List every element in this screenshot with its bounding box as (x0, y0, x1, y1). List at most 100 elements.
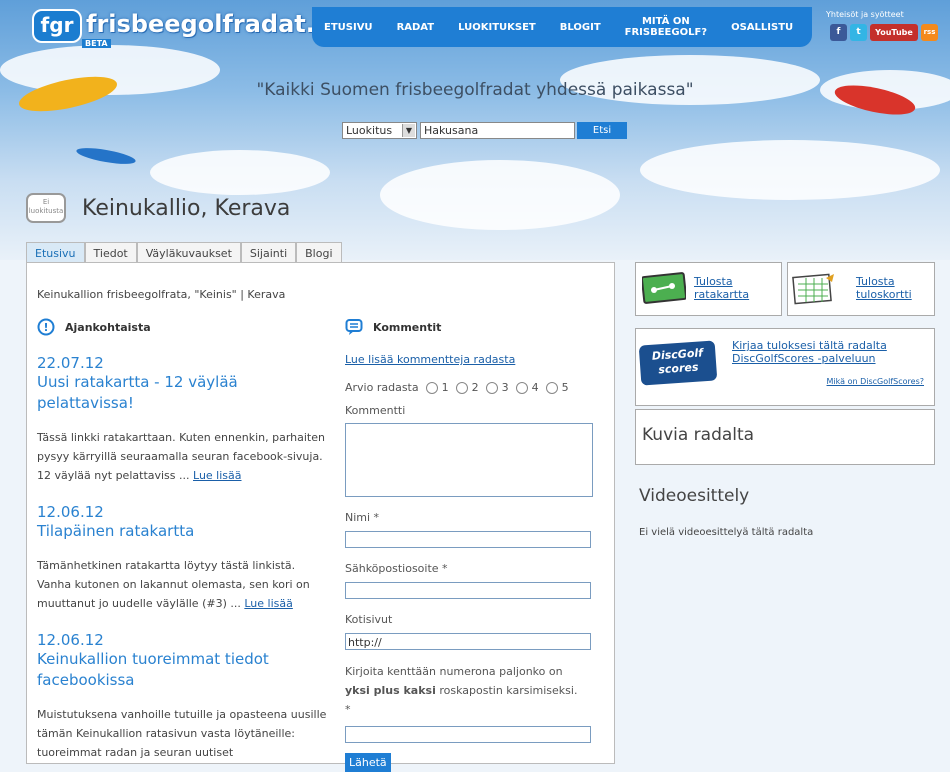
email-field[interactable] (345, 582, 591, 599)
scorecard-icon (792, 273, 834, 305)
tab-tiedot[interactable]: Tiedot (84, 242, 137, 264)
social-icons: f t YouTube rss (830, 24, 938, 41)
rating-option-label: 1 (441, 381, 449, 394)
comment-label: Kommentti (345, 404, 406, 417)
rating-radio-5[interactable] (545, 381, 558, 394)
category-select[interactable]: Luokitus ▼ (342, 122, 417, 139)
news-text: Muistutuksena vanhoille tutuille ja opas… (37, 708, 327, 759)
email-label: Sähköpostiosoite * (345, 562, 448, 575)
rating-radio-2[interactable] (455, 381, 468, 394)
tab-vaylakuvaukset[interactable]: Väyläkuvaukset (136, 242, 241, 264)
main-content: Keinukallion frisbeegolfrata, "Keinis" |… (26, 262, 615, 772)
cloud (380, 160, 620, 230)
nav-etusivu[interactable]: ETUSIVU (312, 22, 385, 33)
rating-option-label: 5 (561, 381, 569, 394)
rating-group: Arvio radasta 1 2 3 4 5 (345, 381, 595, 394)
news-item: 12.06.12 Tilapäinen ratakartta Tämänhetk… (37, 503, 327, 613)
news-body: Tämänhetkinen ratakartta löytyy tästä li… (37, 556, 327, 613)
name-field[interactable] (345, 531, 591, 548)
chevron-down-icon[interactable]: ▼ (402, 124, 415, 137)
news-date: 22.07.12 (37, 354, 104, 372)
news-item: 22.07.12 Uusi ratakartta - 12 väylää pel… (37, 354, 327, 485)
rating-radio-1[interactable] (425, 381, 438, 394)
website-field[interactable]: http:// (345, 633, 591, 650)
print-map-box[interactable]: Tulosta ratakartta (635, 262, 782, 316)
more-comments-link[interactable]: Lue lisää kommentteja radasta (345, 353, 515, 366)
tab-etusivu[interactable]: Etusivu (26, 242, 85, 264)
map-icon (642, 272, 686, 304)
discgolfscores-info-link[interactable]: Mikä on DiscGolfScores? (827, 377, 924, 386)
comments-heading: Kommentit (345, 318, 595, 336)
comments-heading-label: Kommentit (373, 320, 442, 334)
captcha-question: yksi plus kaksi (345, 684, 436, 697)
news-date: 12.06.12 (37, 503, 104, 521)
search-input[interactable]: Hakusana (420, 122, 575, 139)
news-title[interactable]: Tilapäinen ratakartta (37, 521, 327, 542)
blue-disc-image (75, 144, 137, 168)
top-bar: fgr frisbeegolfradat.fi BETA ETUSIVU RAD… (0, 0, 950, 48)
discgolfscores-logo[interactable]: DiscGolf scores (638, 340, 718, 386)
news-item: 12.06.12 Keinukallion tuoreimmat tiedot … (37, 631, 327, 762)
facebook-icon[interactable]: f (830, 24, 847, 41)
info-icon: ! (37, 318, 55, 336)
news-body: Tässä linkki ratakarttaan. Kuten ennenki… (37, 428, 327, 485)
captcha-field[interactable] (345, 726, 591, 743)
twitter-icon[interactable]: t (850, 24, 867, 41)
news-date: 12.06.12 (37, 631, 104, 649)
name-label: Nimi * (345, 511, 380, 524)
print-scorecard-box[interactable]: Tulosta tuloskortti (787, 262, 935, 316)
read-more-link[interactable]: Lue lisää (193, 469, 242, 482)
nav-mita-on-frisbeegolf[interactable]: MITÄ ON FRISBEEGOLF? (613, 16, 719, 38)
comment-icon (345, 319, 363, 335)
beta-label: BETA (82, 39, 111, 48)
news-body: Muistutuksena vanhoille tutuille ja opas… (37, 705, 327, 762)
comments-column: Kommentit Lue lisää kommentteja radasta … (345, 318, 595, 772)
rating-label: Arvio radasta (345, 381, 419, 394)
nav-blogit[interactable]: BLOGIT (548, 22, 613, 33)
youtube-icon[interactable]: YouTube (870, 24, 918, 41)
nav-osallistu[interactable]: OSALLISTU (719, 22, 805, 33)
print-scorecard-link[interactable]: Tulosta tuloskortti (856, 275, 930, 301)
nav-luokitukset[interactable]: LUOKITUKSET (446, 22, 548, 33)
print-map-link[interactable]: Tulosta ratakartta (694, 275, 774, 301)
social-title: Yhteisöt ja syötteet (826, 10, 904, 19)
discgolfscores-link[interactable]: Kirjaa tuloksesi tältä radalta DiscGolfS… (732, 339, 922, 365)
rating-badge: Ei luokitusta (26, 193, 66, 223)
news-heading: ! Ajankohtaista (37, 318, 327, 336)
logo-badge: fgr (32, 9, 82, 43)
photos-box: Kuvia radalta (635, 409, 935, 465)
main-nav: ETUSIVU RADAT LUOKITUKSET BLOGIT MITÄ ON… (312, 7, 812, 47)
photos-heading: Kuvia radalta (642, 425, 755, 445)
breadcrumb: Keinukallion frisbeegolfrata, "Keinis" |… (37, 288, 286, 301)
rating-radio-3[interactable] (485, 381, 498, 394)
cloud (640, 140, 940, 200)
page-title: Keinukallio, Kerava (82, 195, 291, 221)
news-title[interactable]: Keinukallion tuoreimmat tiedot facebooki… (37, 649, 327, 691)
news-text: Tässä linkki ratakarttaan. Kuten ennenki… (37, 431, 325, 482)
submit-button[interactable]: Lähetä (345, 753, 391, 772)
website-label: Kotisivut (345, 613, 393, 626)
course-tabs: Etusivu Tiedot Väyläkuvaukset Sijainti B… (26, 242, 342, 264)
video-heading: Videoesittely (639, 486, 750, 506)
rating-option-label: 3 (501, 381, 509, 394)
comment-textarea[interactable] (345, 423, 593, 497)
nav-radat[interactable]: RADAT (385, 22, 447, 33)
captcha-label: Kirjoita kenttään numerona paljonko on y… (345, 662, 585, 719)
news-title[interactable]: Uusi ratakartta - 12 väylää pelattavissa… (37, 372, 327, 414)
video-text: Ei vielä videoesittelyä tältä radalta (639, 527, 814, 538)
read-more-link[interactable]: Lue lisää (244, 597, 293, 610)
tagline: "Kaikki Suomen frisbeegolfradat yhdessä … (256, 80, 694, 100)
news-heading-label: Ajankohtaista (65, 320, 151, 334)
rss-icon[interactable]: rss (921, 24, 938, 41)
category-select-value: Luokitus (346, 124, 393, 137)
cloud (150, 150, 330, 195)
tab-blogi[interactable]: Blogi (296, 242, 342, 264)
svg-text:!: ! (43, 321, 48, 334)
logo-text: frisbeegolfradat.fi (86, 10, 333, 38)
rating-radio-4[interactable] (515, 381, 528, 394)
tab-sijainti[interactable]: Sijainti (240, 242, 297, 264)
discgolfscores-box: DiscGolf scores Kirjaa tuloksesi tältä r… (635, 328, 935, 406)
search-bar: Luokitus ▼ Hakusana Etsi (342, 122, 627, 139)
search-button[interactable]: Etsi (577, 122, 627, 139)
page-header: Ei luokitusta Keinukallio, Kerava (26, 193, 290, 223)
